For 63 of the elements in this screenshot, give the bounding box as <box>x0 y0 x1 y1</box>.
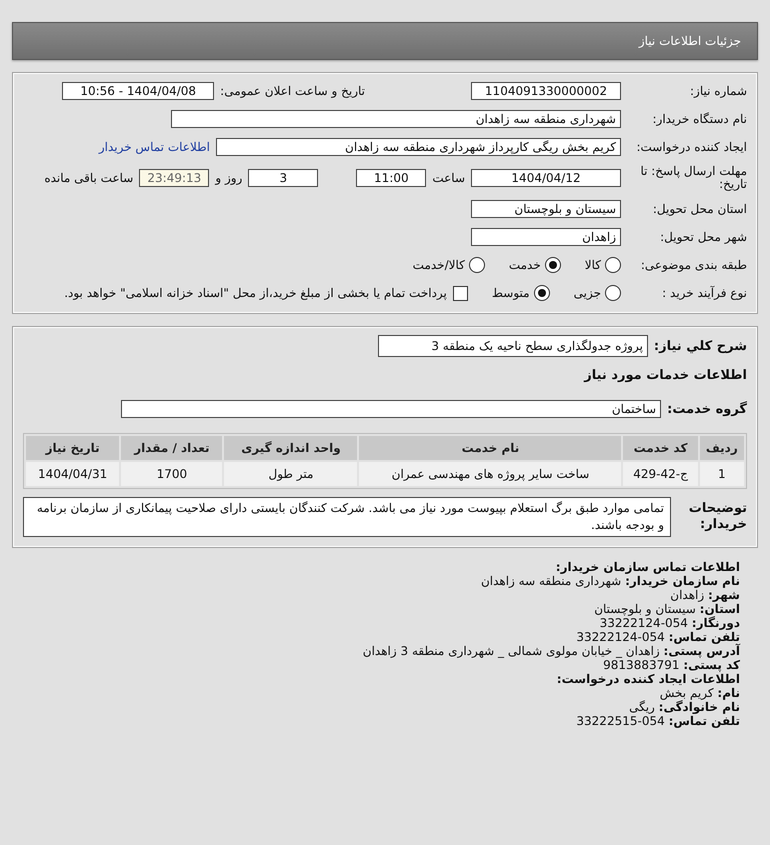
field-label: شماره نیاز: <box>689 84 747 98</box>
field-label: شرح کلي نیاز: <box>654 338 747 354</box>
table-cell: ساخت سایر پروژه های مهندسی عمران <box>359 462 622 486</box>
field-label: توضیحات خریدار: <box>688 501 747 533</box>
days-field: 3 <box>248 169 318 187</box>
field-label: شهر محل تحویل: <box>659 230 747 244</box>
buyer-field: شهرداری منطقه سه زاهدان <box>171 110 621 128</box>
table-cell: 1700 <box>121 462 222 486</box>
radio-button[interactable] <box>544 257 561 273</box>
field-label: ساعت باقی مانده <box>44 171 134 185</box>
radio-label: جزیی <box>574 286 601 300</box>
contact-line: شهر: زاهدان <box>670 588 740 602</box>
field-label: طبقه بندی موضوعی: <box>640 258 747 272</box>
table-cell: ج-42-429 <box>623 462 698 486</box>
contact-line: نام خانوادگی: ریگی <box>629 700 740 714</box>
column-header: واحد اندازه گیری <box>224 436 358 460</box>
description-field: پروژه جدولگذاری سطح ناحیه یک منطقه 3 <box>378 335 648 357</box>
contact-line: آدرس پستی: زاهدان _ خیابان مولوی شمالی _ شهرداری منطقه 3 زاهدان <box>362 644 740 658</box>
column-header: تاریخ نیاز <box>26 436 120 460</box>
buyer-contact-link[interactable]: اطلاعات تماس خریدار <box>98 140 210 154</box>
radio-label: کالا <box>584 258 601 272</box>
radio-button[interactable] <box>605 285 621 301</box>
checkbox-label: پرداخت تمام یا بخشی از مبلغ خرید،از محل "اسناد خزانه اسلامی" خواهد بود. <box>64 286 447 300</box>
service-group-field: ساختمان <box>121 400 661 418</box>
checkbox[interactable] <box>452 286 468 300</box>
need-number-field: 1104091330000002 <box>471 82 621 100</box>
contact-heading: اطلاعات تماس سازمان خریدار: <box>556 560 740 574</box>
radio-button[interactable] <box>605 257 621 273</box>
field-label: نام دستگاه خریدار: <box>652 112 747 126</box>
notes-field: تمامی موارد طبق برگ استعلام بپیوست مورد نیاز می باشد. شرکت کنندگان بایستی دارای صلاحیت پیمانکاری از سازمان برنامه و بودجه باشند. <box>23 497 671 537</box>
radio-label: خدمت <box>508 258 541 272</box>
field-label: استان محل تحویل: <box>652 202 747 216</box>
page-title: جزئیات اطلاعات نیاز <box>638 34 741 48</box>
field-label: گروه خدمت: <box>667 402 747 416</box>
table-cell: 1 <box>700 462 744 486</box>
table-cell: 1404/04/31 <box>26 462 120 486</box>
section-title: اطلاعات خدمات مورد نیاز <box>584 368 747 382</box>
field-label: مهلت ارسال پاسخ: تا تاریخ: <box>639 165 747 191</box>
announce-date-field: 1404/04/08 - 10:56 <box>62 82 214 100</box>
remaining-time-field: 23:49:13 <box>139 169 210 187</box>
contact-line: استان: سیستان و بلوچستان <box>594 602 740 616</box>
contact-line: نام: کریم بخش <box>660 686 740 700</box>
city-field: زاهدان <box>471 228 621 246</box>
deadline-time-field: 11:00 <box>356 169 426 187</box>
column-header: کد خدمت <box>623 436 698 460</box>
field-label: ایجاد کننده درخواست: <box>635 140 747 154</box>
field-label: نوع فرآیند خرید : <box>661 286 747 300</box>
column-header: ردیف <box>700 436 744 460</box>
radio-label: متوسط <box>492 286 530 300</box>
table-cell: متر طول <box>224 462 358 486</box>
radio-button[interactable] <box>534 285 550 301</box>
deadline-date-field: 1404/04/12 <box>471 169 621 187</box>
contact-heading: اطلاعات ایجاد کننده درخواست: <box>556 672 740 686</box>
radio-label: کالا/خدمت <box>412 258 465 272</box>
radio-button[interactable] <box>468 257 485 273</box>
field-label: تاریخ و ساعت اعلان عمومی: <box>220 84 365 98</box>
column-header: نام خدمت <box>359 436 622 460</box>
field-label: روز و <box>215 171 242 185</box>
contact-line: نام سازمان خریدار: شهرداری منطقه سه زاهدان <box>480 574 740 588</box>
field-label: ساعت <box>432 171 465 185</box>
requester-field: کریم بخش ریگی کارپرداز شهرداری منطقه سه زاهدان <box>216 138 621 156</box>
province-field: سیستان و بلوچستان <box>471 200 621 218</box>
column-header: تعداد / مقدار <box>121 436 222 460</box>
